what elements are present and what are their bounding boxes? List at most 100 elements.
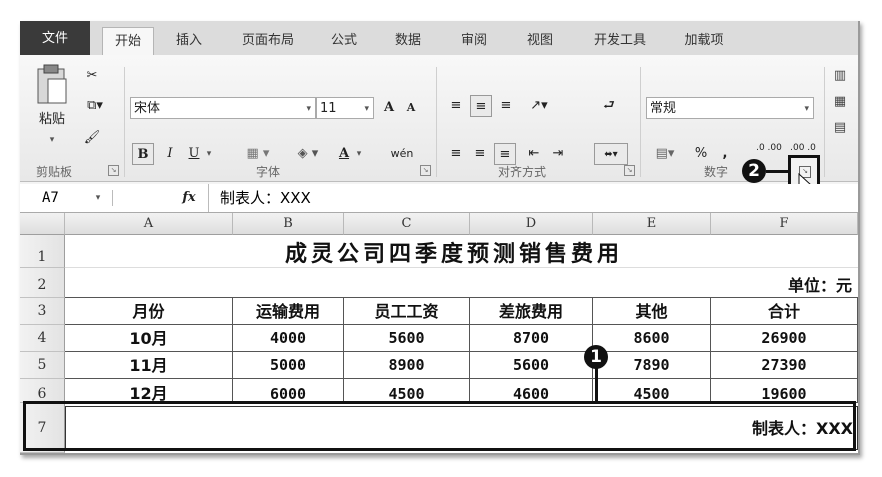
alignment-group-label: 对齐方式 bbox=[498, 165, 547, 179]
column-header[interactable]: D bbox=[470, 213, 593, 235]
conditional-format-icon[interactable]: ▥ bbox=[828, 65, 852, 87]
unit-label: 单位：元 bbox=[787, 276, 852, 295]
comma-button[interactable]: , bbox=[718, 143, 732, 165]
align-top-icon[interactable]: ≡ bbox=[446, 95, 466, 117]
merge-center-icon[interactable]: ⬌▾ bbox=[594, 143, 628, 165]
cell-styles-icon[interactable]: ▤ bbox=[828, 117, 852, 139]
table-cell[interactable]: 8600 bbox=[593, 325, 711, 352]
formula-bar: A7 ▾ fx 制表人：XXX bbox=[20, 184, 858, 213]
align-left-icon[interactable]: ≡ bbox=[446, 143, 466, 165]
shrink-font-button[interactable]: A bbox=[402, 97, 420, 119]
table-cell[interactable]: 4500 bbox=[344, 379, 470, 403]
table-cell[interactable]: 5600 bbox=[344, 325, 470, 352]
table-cell[interactable]: 4600 bbox=[470, 379, 593, 403]
align-bottom-icon[interactable]: ≡ bbox=[496, 95, 516, 117]
font-color-dropdown-icon[interactable]: ▾ bbox=[354, 143, 364, 165]
wrap-text-icon[interactable]: ⮐ bbox=[598, 95, 620, 117]
table-cell[interactable]: 4500 bbox=[593, 379, 711, 403]
tab-home[interactable]: 开始 bbox=[102, 27, 154, 56]
table-cell[interactable]: 19600 bbox=[711, 379, 858, 403]
grow-font-button[interactable]: A bbox=[380, 97, 398, 119]
column-header[interactable]: F bbox=[711, 213, 858, 235]
format-painter-icon[interactable]: 🖌 bbox=[82, 127, 102, 149]
fill-color-icon[interactable]: ◈ ▾ bbox=[288, 143, 328, 165]
clipboard-launcher-icon[interactable]: ↘ bbox=[108, 165, 119, 176]
table-cell[interactable]: 11月 bbox=[65, 352, 233, 379]
tab-file[interactable]: 文件 bbox=[20, 21, 90, 55]
underline-button[interactable]: U bbox=[184, 143, 204, 165]
accounting-format-icon[interactable]: ▤▾ bbox=[648, 143, 682, 165]
font-launcher-icon[interactable]: ↘ bbox=[420, 165, 431, 176]
tab-developer[interactable]: 开发工具 bbox=[580, 27, 660, 55]
table-header-cell[interactable]: 其他 bbox=[593, 298, 711, 325]
table-header-cell[interactable]: 合计 bbox=[711, 298, 858, 325]
ribbon-tab-bar: 文件 开始 插入 页面布局 公式 数据 审阅 视图 开发工具 加载项 bbox=[20, 21, 858, 56]
borders-icon[interactable]: ▦ ▾ bbox=[238, 143, 278, 165]
paste-button[interactable]: 粘贴 bbox=[32, 109, 72, 131]
table-cell[interactable]: 5600 bbox=[470, 352, 593, 379]
cut-icon[interactable]: ✂ bbox=[82, 65, 102, 87]
copy-icon[interactable]: ⧉▾ bbox=[80, 95, 110, 117]
alignment-launcher-icon[interactable]: ↘ bbox=[624, 165, 635, 176]
callout-1: 1 bbox=[584, 345, 608, 369]
align-center-icon[interactable]: ≡ bbox=[470, 143, 490, 165]
formula-content[interactable]: 制表人：XXX bbox=[220, 187, 311, 209]
title-cell[interactable]: 成灵公司四季度预测销售费用 bbox=[65, 235, 858, 268]
tab-page-layout[interactable]: 页面布局 bbox=[228, 27, 308, 55]
table-cell[interactable]: 6000 bbox=[233, 379, 344, 403]
row-header[interactable]: 4 bbox=[20, 325, 65, 352]
column-header[interactable]: B bbox=[233, 213, 344, 235]
row-header[interactable]: 1 bbox=[20, 235, 65, 268]
column-header[interactable]: A bbox=[65, 213, 233, 235]
table-header-cell[interactable]: 月份 bbox=[65, 298, 233, 325]
align-middle-icon[interactable]: ≡ bbox=[470, 95, 492, 117]
font-color-button[interactable]: A bbox=[336, 143, 352, 165]
unit-cell[interactable]: 单位：元 bbox=[65, 268, 858, 298]
tab-formulas[interactable]: 公式 bbox=[318, 27, 370, 55]
tab-review[interactable]: 审阅 bbox=[448, 27, 500, 55]
orientation-icon[interactable]: ↗▾ bbox=[524, 95, 554, 117]
group-separator bbox=[824, 67, 825, 177]
column-header[interactable]: E bbox=[593, 213, 711, 235]
column-header[interactable]: C bbox=[344, 213, 470, 235]
row-header[interactable]: 6 bbox=[20, 379, 65, 403]
number-format-combo[interactable]: 常规 ▾ bbox=[646, 97, 814, 119]
paste-icon[interactable] bbox=[34, 63, 70, 109]
paste-dropdown-icon[interactable]: ▾ bbox=[42, 129, 62, 151]
table-cell[interactable]: 4000 bbox=[233, 325, 344, 352]
decrease-indent-icon[interactable]: ⇤ bbox=[524, 143, 544, 165]
table-cell[interactable]: 5000 bbox=[233, 352, 344, 379]
italic-button[interactable]: I bbox=[160, 143, 180, 165]
tab-view[interactable]: 视图 bbox=[514, 27, 566, 55]
insert-function-button[interactable]: fx bbox=[176, 187, 202, 209]
align-right-icon[interactable]: ≡ bbox=[494, 143, 516, 165]
table-cell[interactable]: 7890 bbox=[593, 352, 711, 379]
table-cell[interactable]: 8700 bbox=[470, 325, 593, 352]
callout-1-connector bbox=[595, 365, 598, 401]
underline-dropdown-icon[interactable]: ▾ bbox=[204, 143, 214, 165]
tab-insert[interactable]: 插入 bbox=[162, 27, 216, 55]
bold-button[interactable]: B bbox=[132, 143, 154, 165]
tab-add-ins[interactable]: 加载项 bbox=[672, 27, 736, 55]
row-header[interactable]: 3 bbox=[20, 298, 65, 325]
table-header-cell[interactable]: 员工工资 bbox=[344, 298, 470, 325]
increase-indent-icon[interactable]: ⇥ bbox=[548, 143, 568, 165]
table-cell[interactable]: 26900 bbox=[711, 325, 858, 352]
table-header-cell[interactable]: 运输费用 bbox=[233, 298, 344, 325]
table-cell[interactable]: 27390 bbox=[711, 352, 858, 379]
percent-button[interactable]: % bbox=[692, 143, 710, 165]
format-as-table-icon[interactable]: ▦ bbox=[828, 91, 852, 113]
table-header-cell[interactable]: 差旅费用 bbox=[470, 298, 593, 325]
group-separator bbox=[436, 67, 437, 177]
table-cell[interactable]: 10月 bbox=[65, 325, 233, 352]
table-cell[interactable]: 8900 bbox=[344, 352, 470, 379]
font-size-combo[interactable]: 11 ▾ bbox=[316, 97, 374, 119]
tab-data[interactable]: 数据 bbox=[382, 27, 434, 55]
row-header[interactable]: 2 bbox=[20, 268, 65, 298]
select-all-corner[interactable] bbox=[20, 213, 65, 235]
table-cell[interactable]: 12月 bbox=[65, 379, 233, 403]
phonetic-button[interactable]: wén bbox=[382, 143, 422, 165]
font-name-combo[interactable]: 宋体 ▾ bbox=[130, 97, 316, 119]
name-box-dropdown-icon[interactable]: ▾ bbox=[92, 187, 104, 209]
row-header[interactable]: 5 bbox=[20, 352, 65, 379]
